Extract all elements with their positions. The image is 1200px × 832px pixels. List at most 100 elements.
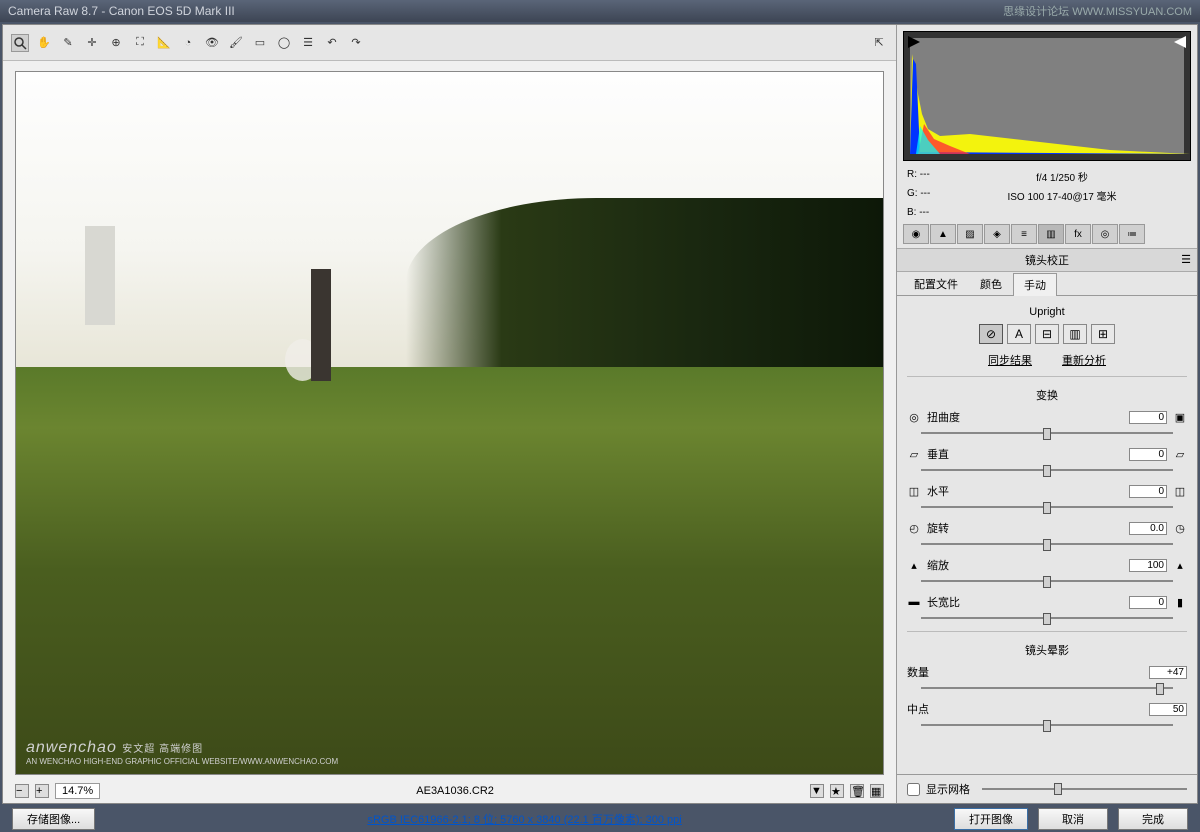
reanalyze-link[interactable]: 重新分析 [1062,352,1106,368]
slider-track[interactable] [921,611,1173,625]
tab-color[interactable]: 颜色 [969,272,1013,295]
filmstrip-toggle-icon[interactable]: ▦ [870,784,884,798]
slider-icon-left: ▬ [907,596,921,608]
show-grid-checkbox[interactable] [907,783,920,796]
slider-label: 扭曲度 [927,409,965,425]
slider-value-input[interactable]: +47 [1149,666,1187,679]
split-tab-icon[interactable]: ≡ [1011,224,1037,244]
right-panel: R: --- f/4 1/250 秒 G: --- ISO 100 17-40@… [897,25,1197,803]
vignette-header: 镜头晕影 [907,638,1187,664]
histogram[interactable] [903,31,1191,161]
slider-value-input[interactable]: 50 [1149,703,1187,716]
done-button[interactable]: 完成 [1118,808,1188,830]
upright-links: 同步结果 重新分析 [907,352,1187,368]
slider-icon-right: ◫ [1173,485,1187,498]
upright-level-button[interactable]: ⊟ [1035,324,1059,344]
adjustment-brush-icon[interactable]: 🖌 [227,34,245,52]
redeye-icon[interactable]: 👁 [203,34,221,52]
rgb-info-3: B: --- [897,205,1197,220]
panel-menu-icon[interactable]: ☰ [1181,253,1191,266]
cancel-button[interactable]: 取消 [1038,808,1108,830]
grid-size-slider[interactable] [982,788,1187,790]
color-sampler-icon[interactable]: ✛ [83,34,101,52]
slider-thumb[interactable] [1043,539,1051,551]
basic-tab-icon[interactable]: ◉ [903,224,929,244]
targeted-adjust-icon[interactable]: ⊕ [107,34,125,52]
workflow-options-link[interactable]: sRGB IEC61966-2.1; 8 位; 5760 x 3840 (22.… [105,811,944,827]
slider-track[interactable] [921,574,1173,588]
upright-vertical-button[interactable]: ▥ [1063,324,1087,344]
detail-tab-icon[interactable]: ▨ [957,224,983,244]
zoom-in-button[interactable]: + [35,784,49,798]
radial-filter-icon[interactable]: ◯ [275,34,293,52]
sync-results-link[interactable]: 同步结果 [988,352,1032,368]
slider-icon-left: ◫ [907,485,921,498]
slider-thumb[interactable] [1156,683,1164,695]
lens-tab-icon[interactable]: ▥ [1038,224,1064,244]
straighten-icon[interactable]: 📐 [155,34,173,52]
filter-icon[interactable]: ▼ [810,784,824,798]
slider-track[interactable] [921,537,1173,551]
eyedropper-icon[interactable]: ✎ [59,34,77,52]
show-grid-label: 显示网格 [926,781,970,797]
window-titlebar: Camera Raw 8.7 - Canon EOS 5D Mark III 思… [0,0,1200,22]
image-preview[interactable]: anwenchao 安文超 高端修图 AN WENCHAO HIGH-END G… [15,71,884,775]
slider-thumb[interactable] [1043,465,1051,477]
hand-tool-icon[interactable]: ✋ [35,34,53,52]
slider-thumb[interactable] [1043,428,1051,440]
spot-removal-icon[interactable]: ◔ [179,34,197,52]
slider-value-input[interactable]: 0 [1129,411,1167,424]
zoom-out-button[interactable]: − [15,784,29,798]
presets-tab-icon[interactable]: ≔ [1119,224,1145,244]
watermark-site: 思缘设计论坛 WWW.MISSYUAN.COM [1003,3,1192,19]
open-image-button[interactable]: 打开图像 [954,808,1028,830]
slider-value-input[interactable]: 0 [1129,485,1167,498]
graduated-filter-icon[interactable]: ▭ [251,34,269,52]
slider-icon-right: ▱ [1173,448,1187,461]
panel-title: 镜头校正 ☰ [897,248,1197,272]
prefs-icon[interactable]: ☰ [299,34,317,52]
save-image-button[interactable]: 存储图像... [12,808,95,830]
rotate-left-icon[interactable]: ↶ [323,34,341,52]
slider-label: 长宽比 [927,594,965,610]
curve-tab-icon[interactable]: ▲ [930,224,956,244]
footer: 存储图像... sRGB IEC61966-2.1; 8 位; 5760 x 3… [0,806,1200,832]
upright-off-button[interactable]: ⊘ [979,324,1003,344]
slider-value-input[interactable]: 100 [1129,559,1167,572]
tab-manual[interactable]: 手动 [1013,273,1057,296]
upright-auto-button[interactable]: A [1007,324,1031,344]
rgb-info: R: --- f/4 1/250 秒 [897,167,1197,186]
preview-canvas: anwenchao 安文超 高端修图 AN WENCHAO HIGH-END G… [16,72,883,774]
zoom-tool-icon[interactable] [11,34,29,52]
slider-thumb[interactable] [1043,720,1051,732]
slider-label: 缩放 [927,557,965,573]
slider-value-input[interactable]: 0 [1129,596,1167,609]
rating-icon[interactable]: ★ [830,784,844,798]
slider-value-input[interactable]: 0 [1129,448,1167,461]
slider-icon-right: ▣ [1173,411,1187,424]
slider-thumb[interactable] [1043,502,1051,514]
hsl-tab-icon[interactable]: ◈ [984,224,1010,244]
camera-tab-icon[interactable]: ◎ [1092,224,1118,244]
slider-track[interactable] [921,681,1173,695]
upright-header: Upright [907,302,1187,324]
upright-full-button[interactable]: ⊞ [1091,324,1115,344]
rotate-right-icon[interactable]: ↷ [347,34,365,52]
preview-toggle-icon[interactable]: ⇱ [870,34,888,52]
slider-track[interactable] [921,463,1173,477]
trash-icon[interactable]: 🗑 [850,784,864,798]
status-bar: − + 14.7% AE3A1036.CR2 ▼ ★ 🗑 ▦ [3,779,896,803]
slider-label: 中点 [907,701,945,717]
slider-label: 垂直 [927,446,965,462]
slider-thumb[interactable] [1043,613,1051,625]
fx-tab-icon[interactable]: fx [1065,224,1091,244]
slider-track[interactable] [921,500,1173,514]
slider-icon-left: ▴ [907,559,921,572]
slider-track[interactable] [921,426,1173,440]
zoom-level[interactable]: 14.7% [55,783,100,799]
slider-thumb[interactable] [1043,576,1051,588]
slider-value-input[interactable]: 0.0 [1129,522,1167,535]
tab-profile[interactable]: 配置文件 [903,272,969,295]
slider-track[interactable] [921,718,1173,732]
crop-tool-icon[interactable]: ⛶ [131,34,149,52]
